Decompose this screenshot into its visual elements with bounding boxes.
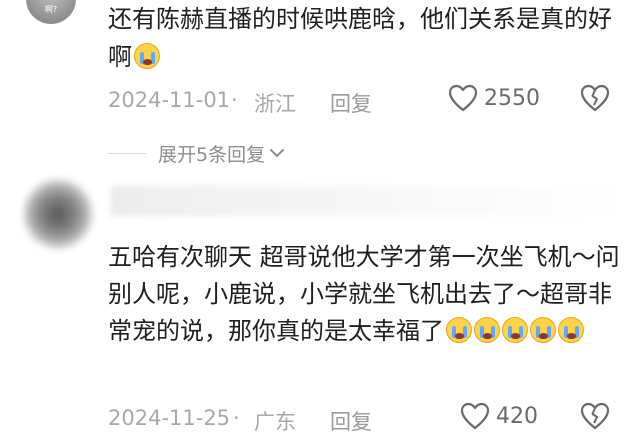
chevron-down-icon xyxy=(270,149,285,157)
like-count: 2550 xyxy=(484,85,540,111)
crying-face-emoji-icon xyxy=(474,317,500,343)
comment-location: 广东 xyxy=(254,410,296,434)
dislike-button[interactable] xyxy=(580,402,610,435)
comment-body: 还有陈赫直播的时候哄鹿晗，他们关系是真的好啊 xyxy=(108,0,633,76)
expand-replies-button[interactable]: 展开5条回复 xyxy=(108,138,285,168)
comment-meta: 2024-11-01 · 浙江 回复 2550 xyxy=(108,80,633,120)
dislike-button[interactable] xyxy=(580,84,610,117)
avatar-caption: 啊? xyxy=(44,5,58,14)
comment-date: 2024-11-01 xyxy=(108,88,231,112)
broken-heart-icon xyxy=(580,402,610,430)
expand-replies-label: 展开5条回复 xyxy=(158,143,266,166)
crying-face-emoji-icon xyxy=(134,43,160,69)
divider-line xyxy=(108,152,146,154)
broken-heart-icon xyxy=(580,84,610,112)
username-blurred xyxy=(110,186,630,216)
commenter-avatar[interactable]: 啊? xyxy=(26,0,76,24)
separator-dot: · xyxy=(231,88,238,112)
reply-button[interactable]: 回复 xyxy=(330,406,372,436)
crying-face-emoji-icon xyxy=(530,317,556,343)
comment-text: 还有陈赫直播的时候哄鹿晗，他们关系是真的好啊 xyxy=(108,5,612,71)
like-button[interactable]: 2550 xyxy=(448,84,540,112)
heart-icon xyxy=(460,402,490,430)
crying-face-emoji-icon xyxy=(502,317,528,343)
comment-location: 浙江 xyxy=(254,92,296,116)
comment-meta: 2024-11-25 · 广东 回复 420 xyxy=(108,398,633,438)
reply-button[interactable]: 回复 xyxy=(330,88,372,118)
like-count: 420 xyxy=(496,403,538,429)
crying-face-emoji-icon xyxy=(446,317,472,343)
like-button[interactable]: 420 xyxy=(460,402,538,430)
comment-body: 五哈有次聊天 超哥说他大学才第一次坐飞机～问别人呢，小鹿说，小学就坐飞机出去了～… xyxy=(108,239,633,350)
comment-date: 2024-11-25 xyxy=(108,406,231,430)
commenter-avatar-blurred[interactable] xyxy=(24,180,92,248)
heart-icon xyxy=(448,84,478,112)
crying-face-emoji-icon xyxy=(558,317,584,343)
separator-dot: · xyxy=(233,406,240,430)
